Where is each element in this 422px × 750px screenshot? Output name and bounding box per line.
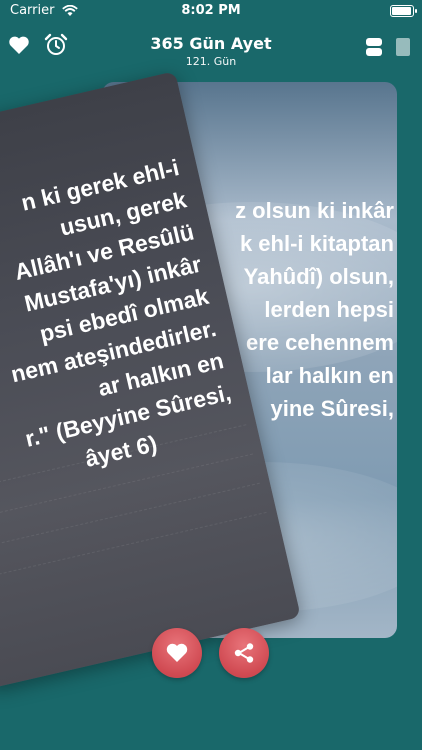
toggle-layout-icon[interactable] <box>365 37 383 61</box>
page-title: 365 Gün Ayet <box>150 34 272 53</box>
manuscript-texture <box>0 482 261 553</box>
share-button[interactable] <box>219 628 269 678</box>
page-icon[interactable] <box>395 37 411 61</box>
status-time: 8:02 PM <box>181 3 241 18</box>
heart-icon <box>166 643 188 662</box>
manuscript-texture <box>0 511 267 582</box>
status-bar: Carrier 8:02 PM <box>0 0 422 24</box>
navigation-bar: 365 Gün Ayet 121. Gün <box>0 26 422 70</box>
favorite-button[interactable] <box>152 628 202 678</box>
battery-icon <box>390 5 417 17</box>
verse-text-front: n ki gerek ehl-i usun, gerek Allâh'ı ve … <box>0 151 242 508</box>
page-subtitle: 121. Gün <box>185 55 237 68</box>
share-icon <box>234 643 254 663</box>
